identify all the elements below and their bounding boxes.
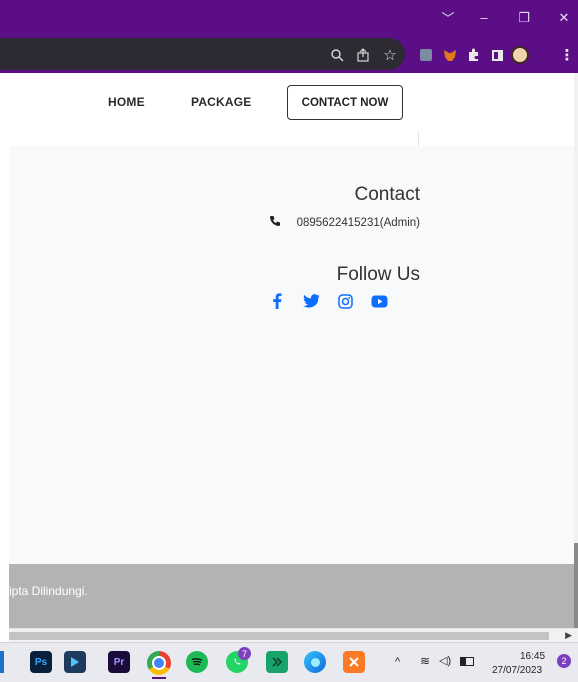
copyright-text: ipta Dilindungi. bbox=[9, 584, 88, 598]
code-editor-icon[interactable] bbox=[64, 651, 86, 673]
horizontal-scrollbar[interactable]: ▶ bbox=[9, 628, 578, 643]
tab-search-icon[interactable]: ﹀ bbox=[430, 0, 466, 35]
metamask-icon[interactable] bbox=[439, 44, 461, 66]
zoom-icon[interactable] bbox=[326, 44, 348, 66]
phone-icon bbox=[269, 215, 281, 230]
side-panel-icon[interactable] bbox=[486, 44, 508, 66]
taskbar-app-edge-icon[interactable] bbox=[0, 651, 4, 673]
twitter-icon[interactable] bbox=[302, 292, 320, 310]
footer-phone-text[interactable]: 0895622415231(Admin) bbox=[297, 217, 420, 229]
vertical-scrollbar-thumb[interactable] bbox=[574, 543, 578, 628]
facebook-icon[interactable] bbox=[268, 292, 286, 310]
volume-icon[interactable]: ◁) bbox=[439, 654, 451, 667]
instagram-icon[interactable] bbox=[336, 292, 354, 310]
profile-avatar-icon[interactable] bbox=[509, 44, 531, 66]
footer-follow-heading: Follow Us bbox=[336, 264, 420, 285]
restore-button[interactable]: ❐ bbox=[506, 0, 542, 35]
bookmark-star-icon[interactable]: ☆ bbox=[379, 44, 401, 66]
premiere-icon[interactable]: Pr bbox=[108, 651, 130, 673]
footer-contact-heading: Contact bbox=[354, 184, 420, 205]
edge-icon[interactable] bbox=[304, 651, 326, 673]
share-icon[interactable] bbox=[352, 44, 374, 66]
nav-home-link[interactable]: HOME bbox=[108, 95, 145, 109]
photoshop-icon[interactable]: Ps bbox=[30, 651, 52, 673]
browser-title-bar: ﹀ – ❐ ✕ bbox=[0, 0, 578, 35]
close-button[interactable]: ✕ bbox=[546, 0, 578, 35]
extension-tile-icon[interactable] bbox=[415, 44, 437, 66]
more-menu-icon[interactable]: ⋮ bbox=[560, 44, 575, 66]
tray-overflow-chevron-icon[interactable]: ^ bbox=[395, 656, 400, 668]
extensions-puzzle-icon[interactable] bbox=[462, 44, 484, 66]
vertical-scrollbar[interactable] bbox=[574, 73, 578, 628]
xampp-icon[interactable] bbox=[343, 651, 365, 673]
scroll-right-arrow-icon[interactable]: ▶ bbox=[565, 630, 572, 641]
chrome-icon[interactable] bbox=[147, 651, 171, 675]
contact-now-button[interactable]: CONTACT NOW bbox=[287, 85, 403, 120]
battery-icon[interactable] bbox=[460, 657, 474, 666]
minimize-button[interactable]: – bbox=[466, 0, 502, 35]
social-links bbox=[268, 291, 388, 311]
nav-package-link[interactable]: PACKAGE bbox=[191, 95, 252, 109]
content-card-edge bbox=[0, 131, 578, 146]
app-green-icon[interactable] bbox=[266, 651, 288, 673]
horizontal-scrollbar-thumb[interactable] bbox=[9, 632, 549, 640]
footer-section bbox=[9, 146, 575, 564]
footer-phone-row: 0895622415231(Admin) bbox=[269, 215, 420, 230]
chrome-active-indicator bbox=[152, 677, 166, 679]
clock-time[interactable]: 16:45 bbox=[520, 651, 545, 662]
windows-taskbar bbox=[0, 642, 578, 682]
clock-date[interactable]: 27/07/2023 bbox=[492, 665, 542, 676]
page-left-edge bbox=[0, 73, 9, 628]
notification-badge[interactable]: 2 bbox=[557, 654, 571, 668]
youtube-icon[interactable] bbox=[370, 292, 388, 310]
wifi-icon[interactable]: ≋ bbox=[420, 654, 430, 668]
site-navbar: HOME PACKAGE CONTACT NOW bbox=[0, 73, 578, 132]
spotify-icon[interactable] bbox=[186, 651, 208, 673]
footer-bottom-bar bbox=[9, 564, 575, 628]
whatsapp-badge: 7 bbox=[238, 647, 251, 660]
